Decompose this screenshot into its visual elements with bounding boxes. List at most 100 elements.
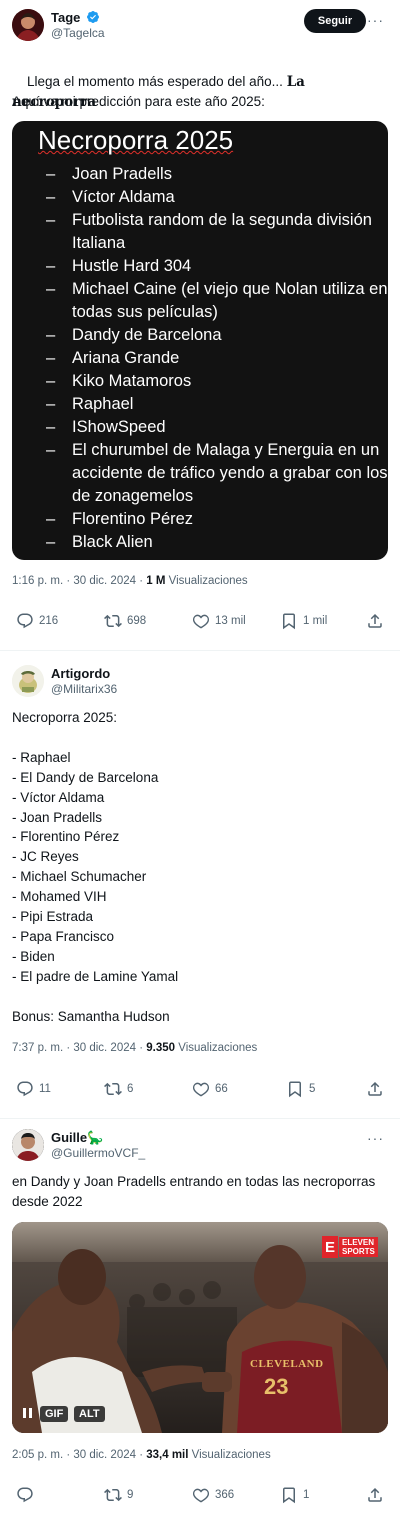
share-icon xyxy=(368,1081,382,1096)
prediction-item: El churumbel de Malaga y Energuia en un … xyxy=(46,439,388,508)
author-name-text[interactable]: Tage xyxy=(51,10,80,25)
repost-icon xyxy=(104,614,122,628)
views-label: Visualizaciones xyxy=(188,1449,271,1461)
prediction-item: Víctor Aldama xyxy=(46,186,388,209)
prediction-item: Hustle Hard 304 xyxy=(46,255,388,278)
action-bar: 216 698 13 mil 1 mil xyxy=(0,612,400,632)
prediction-item: Ariana Grande xyxy=(46,347,388,370)
reply-count: 11 xyxy=(39,1083,51,1095)
reply-button[interactable]: 216 xyxy=(16,612,58,630)
jersey-number: 23 xyxy=(264,1374,289,1399)
more-options-icon[interactable]: ··· xyxy=(367,12,384,28)
prediction-item: IShowSpeed xyxy=(46,416,388,439)
alt-button[interactable]: ALT xyxy=(74,1406,105,1422)
author-handle[interactable]: @GuillermoVCF_ xyxy=(51,1146,145,1160)
bookmark-icon xyxy=(289,1081,301,1098)
author-name[interactable]: Guille🦕 xyxy=(51,1130,103,1146)
author-handle[interactable]: @Militarix36 xyxy=(51,682,117,696)
pause-icon xyxy=(22,1408,32,1418)
prediction-item: Michael Caine (el viejo que Nolan utiliz… xyxy=(46,278,388,324)
repost-count: 6 xyxy=(127,1083,134,1095)
bookmark-count: 5 xyxy=(309,1083,316,1095)
share-button[interactable] xyxy=(366,1080,389,1098)
views-count: 9.350 xyxy=(146,1042,176,1054)
post-artigordo: Artigordo @Militarix36 Necroporra 2025: … xyxy=(0,650,400,1120)
like-count: 66 xyxy=(215,1083,228,1095)
heart-icon xyxy=(192,614,210,629)
follow-button[interactable]: Seguir xyxy=(304,9,366,33)
reply-icon xyxy=(17,1081,33,1097)
views-label: Visualizaciones xyxy=(175,1042,258,1054)
share-icon xyxy=(368,1487,382,1502)
verified-badge-icon xyxy=(87,11,99,23)
avatar[interactable] xyxy=(12,9,44,41)
prediction-list: Joan PradellsVíctor AldamaFutbolista ran… xyxy=(46,163,388,554)
post-text-intro: Llega el momento más esperado del año... xyxy=(27,74,287,89)
share-button[interactable] xyxy=(366,612,389,630)
reply-button[interactable] xyxy=(16,1486,39,1504)
timestamp[interactable]: 7:37 p. m. · 30 dic. 2024 · xyxy=(12,1042,146,1054)
prediction-item: Joan Pradells xyxy=(46,163,388,186)
post-tage: Tage @Tagelca Seguir ··· Llega el moment… xyxy=(0,0,400,650)
reply-icon xyxy=(17,1487,33,1503)
bookmark-icon xyxy=(283,613,295,630)
reply-button[interactable]: 11 xyxy=(16,1080,51,1098)
card-title: Necroporra 2025 xyxy=(38,125,233,156)
like-count: 366 xyxy=(215,1489,235,1501)
bookmark-count: 1 mil xyxy=(303,615,328,627)
views-count: 1 M xyxy=(146,575,166,587)
gif-media[interactable]: CLEVELAND 23 E ELEVEN SPORTS GIF ALT xyxy=(12,1222,388,1433)
repost-button[interactable]: 9 xyxy=(104,1486,133,1504)
post-meta: 7:37 p. m. · 30 dic. 2024 · 9.350 Visual… xyxy=(12,1042,257,1054)
post-meta: 1:16 p. m. · 30 dic. 2024 · 1 M Visualiz… xyxy=(12,575,248,587)
post-text: Necroporra 2025: - Raphael - El Dandy de… xyxy=(12,710,179,1024)
like-button[interactable]: 366 xyxy=(192,1486,234,1504)
repost-button[interactable]: 6 xyxy=(104,1080,133,1098)
author-name[interactable]: Tage xyxy=(51,10,100,25)
share-button[interactable] xyxy=(366,1486,389,1504)
more-options-icon[interactable]: ··· xyxy=(367,1130,384,1146)
gif-badge: GIF xyxy=(40,1406,69,1422)
avatar[interactable] xyxy=(12,1129,44,1161)
prediction-item: Kiko Matamoros xyxy=(46,370,388,393)
views-count: 33,4 mil xyxy=(146,1449,189,1461)
brand-top: ELEVEN xyxy=(342,1238,375,1247)
pause-button[interactable] xyxy=(20,1406,34,1420)
bookmark-button[interactable]: 1 xyxy=(280,1486,309,1504)
author-handle[interactable]: @Tagelca xyxy=(51,26,105,40)
eleven-sports-wordmark: ELEVEN SPORTS xyxy=(339,1237,378,1257)
repost-icon xyxy=(104,1082,122,1096)
avatar[interactable] xyxy=(12,665,44,697)
prediction-item: Florentino Pérez xyxy=(46,508,388,531)
bookmark-button[interactable]: 1 mil xyxy=(280,612,327,630)
like-button[interactable]: 13 mil xyxy=(192,612,246,630)
like-button[interactable]: 66 xyxy=(192,1080,228,1098)
timestamp[interactable]: 1:16 p. m. · 30 dic. 2024 · xyxy=(12,575,146,587)
bookmark-count: 1 xyxy=(303,1489,310,1501)
bookmark-button[interactable]: 5 xyxy=(286,1080,315,1098)
views-label: Visualizaciones xyxy=(165,575,248,587)
repost-count: 698 xyxy=(127,615,147,627)
author-name[interactable]: Artigordo xyxy=(51,666,110,681)
prediction-item: Black Alien xyxy=(46,531,388,554)
necroporra-image-card[interactable]: Necroporra 2025 Joan PradellsVíctor Alda… xyxy=(12,121,388,560)
prediction-item: Futbolista random de la segunda división… xyxy=(46,209,388,255)
prediction-item: Dandy de Barcelona xyxy=(46,324,388,347)
post-text-line2: Aquí va mi predicción para este año 2025… xyxy=(12,94,265,109)
heart-icon xyxy=(192,1082,210,1097)
action-bar: 11 6 66 5 xyxy=(0,1080,400,1100)
jersey-text: CLEVELAND xyxy=(250,1358,324,1370)
timestamp[interactable]: 2:05 p. m. · 30 dic. 2024 · xyxy=(12,1449,146,1461)
card-title-text: Necroporra 2025 xyxy=(38,125,234,155)
brand-bottom: SPORTS xyxy=(342,1247,375,1256)
action-bar: 9 366 1 xyxy=(0,1486,400,1506)
post-text: en Dandy y Joan Pradells entrando en tod… xyxy=(12,1174,379,1209)
repost-count: 9 xyxy=(127,1489,134,1501)
bookmark-icon xyxy=(283,1487,295,1504)
eleven-sports-logo: E ELEVEN SPORTS xyxy=(322,1236,378,1258)
reply-count: 216 xyxy=(39,615,59,627)
prediction-item: Raphael xyxy=(46,393,388,416)
post-meta: 2:05 p. m. · 30 dic. 2024 · 33,4 mil Vis… xyxy=(12,1449,271,1461)
heart-icon xyxy=(192,1488,210,1503)
repost-button[interactable]: 698 xyxy=(104,612,146,630)
